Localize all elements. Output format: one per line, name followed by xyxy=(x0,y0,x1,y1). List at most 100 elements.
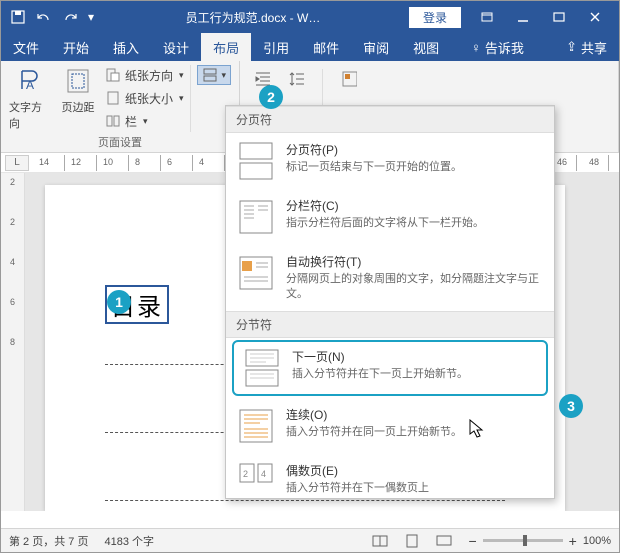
tab-insert[interactable]: 插入 xyxy=(101,33,151,61)
column-break-title: 分栏符(C) xyxy=(286,197,544,214)
column-break-desc: 指示分栏符后面的文字将从下一栏开始。 xyxy=(286,216,544,231)
tab-layout[interactable]: 布局 xyxy=(201,33,251,61)
quick-access-toolbar: ▾ xyxy=(7,6,97,28)
lightbulb-icon: ♀ xyxy=(471,40,481,55)
size-button[interactable]: 纸张大小▾ xyxy=(105,88,184,108)
text-wrap-item[interactable]: 自动换行符(T)分隔网页上的对象周围的文字，如分隔题注文字与正文。 xyxy=(226,245,554,311)
page-break-desc: 标记一页结束与下一页开始的位置。 xyxy=(286,160,544,175)
badge-3: 3 xyxy=(559,394,583,418)
ruler-num: 48 xyxy=(589,157,599,167)
zoom-in-button[interactable]: + xyxy=(569,533,577,549)
svg-text:A: A xyxy=(26,78,34,92)
chevron-down-icon: ▾ xyxy=(179,93,184,104)
mouse-cursor-icon xyxy=(469,419,485,439)
orientation-label: 纸张方向 xyxy=(125,67,173,84)
text-wrap-desc: 分隔网页上的对象周围的文字，如分隔题注文字与正文。 xyxy=(286,272,544,303)
toc-line xyxy=(105,500,505,511)
login-button[interactable]: 登录 xyxy=(409,7,461,28)
qat-more-icon[interactable]: ▾ xyxy=(85,6,97,28)
zoom-out-button[interactable]: − xyxy=(468,533,476,549)
redo-icon[interactable] xyxy=(59,6,81,28)
ruler-num: 6 xyxy=(167,157,172,167)
breaks-dropdown: 分页符 分页符(P) 标记一页结束与下一页开始的位置。 分栏符(C) 指示分栏符后面… xyxy=(225,105,555,499)
vruler-num: 8 xyxy=(10,337,15,347)
tab-references[interactable]: 引用 xyxy=(251,33,301,61)
tab-design[interactable]: 设计 xyxy=(151,33,201,61)
continuous-item[interactable]: 连续(O)插入分节符并在同一页上开始新节。 xyxy=(226,398,554,454)
page-setup-group: A 文字方向 页边距 纸张方向▾ 纸张大小▾ 栏▾ ▾ 页面设置 xyxy=(1,61,240,152)
section-header-section-breaks: 分节符 xyxy=(226,311,554,338)
ribbon-options-icon[interactable] xyxy=(469,3,505,31)
zoom-slider[interactable] xyxy=(483,539,563,542)
columns-icon xyxy=(105,113,121,129)
undo-icon[interactable] xyxy=(33,6,55,28)
page-break-item[interactable]: 分页符(P) 标记一页结束与下一页开始的位置。 xyxy=(226,133,554,189)
maximize-icon[interactable] xyxy=(541,3,577,31)
tab-view[interactable]: 视图 xyxy=(401,33,451,61)
ruler-num: 4 xyxy=(199,157,204,167)
size-icon xyxy=(105,90,121,106)
vruler-num: 6 xyxy=(10,297,15,307)
tell-me[interactable]: ♀ 告诉我 xyxy=(459,33,536,61)
badge-1: 1 xyxy=(107,290,131,314)
tab-review[interactable]: 审阅 xyxy=(351,33,401,61)
next-page-title: 下一页(N) xyxy=(292,348,538,365)
ruler-num: 8 xyxy=(135,157,140,167)
tab-selector[interactable]: L xyxy=(5,155,29,171)
group-label: 页面设置 xyxy=(9,132,231,150)
chevron-down-icon: ▾ xyxy=(222,70,227,81)
section-header-page-breaks: 分页符 xyxy=(226,106,554,133)
orientation-icon xyxy=(105,67,121,83)
column-break-icon xyxy=(236,197,276,237)
tab-home[interactable]: 开始 xyxy=(51,33,101,61)
page-break-title: 分页符(P) xyxy=(286,141,544,158)
column-break-item[interactable]: 分栏符(C) 指示分栏符后面的文字将从下一栏开始。 xyxy=(226,189,554,245)
statusbar: 第 2 页，共 7 页 4183 个字 − + 100% xyxy=(1,528,619,552)
view-print-icon[interactable] xyxy=(404,534,420,548)
page-count[interactable]: 第 2 页，共 7 页 xyxy=(9,533,88,549)
view-web-icon[interactable] xyxy=(436,534,452,548)
next-page-desc: 插入分节符并在下一页上开始新节。 xyxy=(292,367,538,382)
titlebar: ▾ 员工行为规范.docx - W… 登录 xyxy=(1,1,619,33)
text-wrap-icon xyxy=(236,253,276,293)
ruler-num: 46 xyxy=(557,157,567,167)
tell-me-label: 告诉我 xyxy=(485,38,524,57)
margins-icon xyxy=(62,65,94,97)
tab-file[interactable]: 文件 xyxy=(1,33,51,61)
minimize-icon[interactable] xyxy=(505,3,541,31)
next-page-item[interactable]: 下一页(N) 插入分节符并在下一页上开始新节。 xyxy=(232,340,548,396)
page-setup-stack: 纸张方向▾ 纸张大小▾ 栏▾ xyxy=(105,65,184,132)
share-button[interactable]: ⇪共享 xyxy=(554,33,619,61)
chevron-down-icon: ▾ xyxy=(143,116,148,127)
close-icon[interactable] xyxy=(577,3,613,31)
orientation-button[interactable]: 纸张方向 ▾ xyxy=(105,65,184,85)
window-title: 员工行为规范.docx - W… xyxy=(97,9,409,26)
spacing-icon[interactable] xyxy=(288,71,304,87)
svg-text:4: 4 xyxy=(261,469,266,479)
tab-mailings[interactable]: 邮件 xyxy=(301,33,351,61)
ruler-num: 10 xyxy=(103,157,113,167)
continuous-icon xyxy=(236,406,276,446)
vruler-num: 4 xyxy=(10,257,15,267)
ribbon-tabs: 文件 开始 插入 设计 布局 引用 邮件 审阅 视图 ♀ 告诉我 ⇪共享 xyxy=(1,33,619,61)
zoom-level[interactable]: 100% xyxy=(583,535,611,547)
margins-button[interactable]: 页边距 xyxy=(57,65,99,132)
svg-text:2: 2 xyxy=(243,469,248,479)
save-icon[interactable] xyxy=(7,6,29,28)
word-count[interactable]: 4183 个字 xyxy=(104,533,154,549)
columns-button[interactable]: 栏▾ xyxy=(105,111,184,131)
vertical-ruler[interactable]: 2 2 4 6 8 xyxy=(1,173,25,511)
even-page-item[interactable]: 24 偶数页(E)插入分节符并在下一偶数页上 xyxy=(226,454,554,498)
continuous-title: 连续(O) xyxy=(286,406,544,423)
zoom-controls: − + 100% xyxy=(468,533,611,549)
columns-label: 栏 xyxy=(125,113,137,130)
share-icon: ⇪ xyxy=(566,39,577,55)
position-icon[interactable] xyxy=(341,71,357,87)
vruler-num: 2 xyxy=(10,217,15,227)
view-read-icon[interactable] xyxy=(372,534,388,548)
chevron-down-icon: ▾ xyxy=(179,70,184,81)
page-break-icon xyxy=(236,141,276,181)
breaks-button[interactable]: ▾ xyxy=(197,65,232,85)
share-label: 共享 xyxy=(581,38,607,57)
text-direction-button[interactable]: A 文字方向 xyxy=(9,65,51,132)
